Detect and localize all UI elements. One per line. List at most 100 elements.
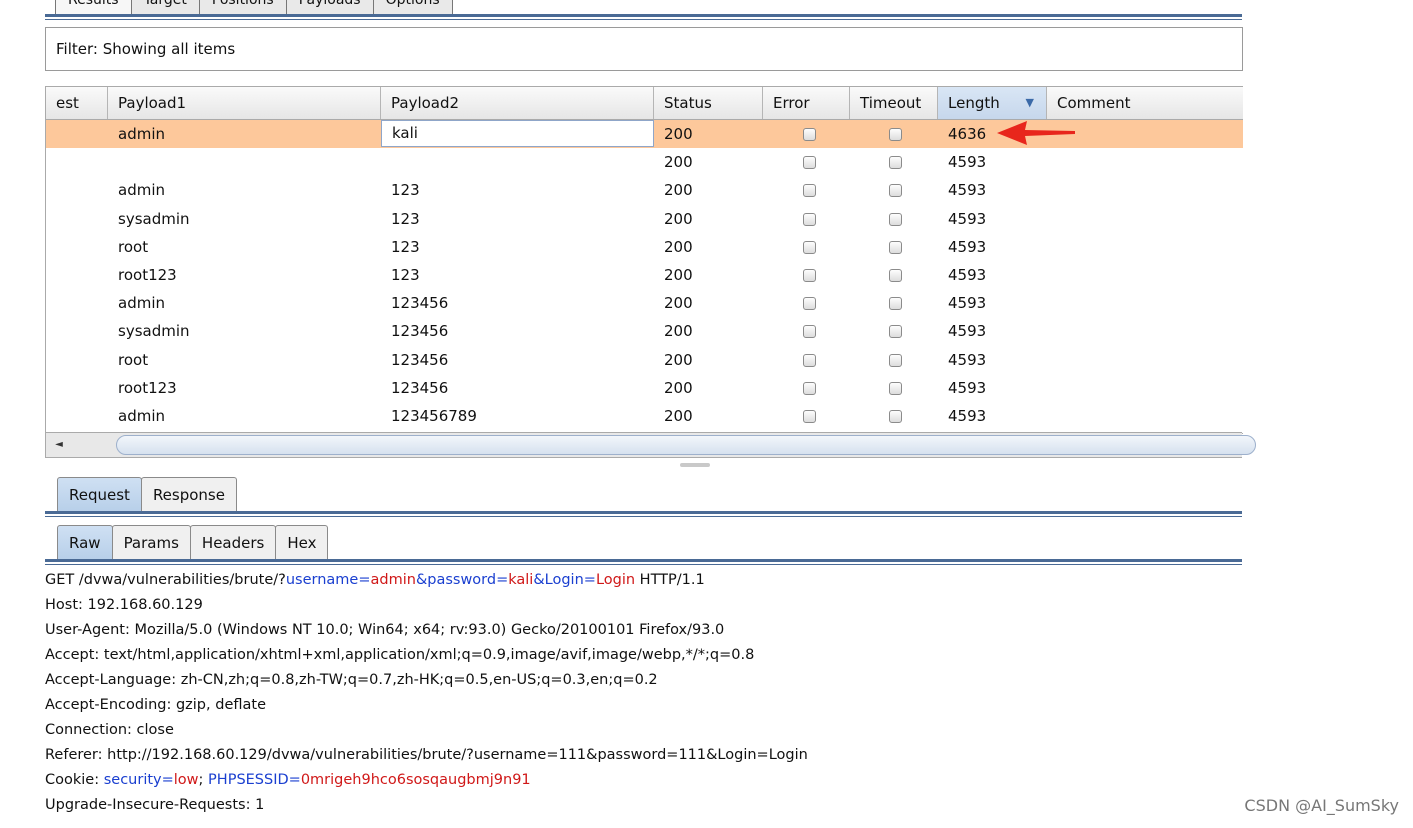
watermark: CSDN @AI_SumSky (1244, 796, 1399, 815)
error-checkbox[interactable] (803, 128, 816, 141)
table-row[interactable]: root123 123456 200 4593 (46, 374, 1243, 402)
cell-request (46, 402, 108, 430)
cell-request (46, 317, 108, 345)
top-tab-strip: Results Target Positions Payloads Option… (55, 0, 453, 15)
cell-payload1: root (118, 350, 149, 369)
split-pane-divider[interactable] (680, 463, 710, 467)
cookie-eq: = (288, 772, 301, 788)
col-header-payload2[interactable]: Payload2 (381, 87, 654, 119)
col-header-comment[interactable]: Comment (1047, 87, 1243, 119)
error-checkbox[interactable] (803, 381, 816, 395)
scrollbar-thumb[interactable] (116, 435, 1256, 455)
tab-results[interactable]: Results (55, 0, 132, 15)
cell-payload2: 123456 (391, 294, 449, 313)
table-row[interactable]: admin 123456789 200 4593 (46, 402, 1243, 430)
cell-status: 200 (664, 407, 693, 425)
timeout-checkbox[interactable] (889, 381, 902, 395)
header-accept: Accept: text/html,application/xhtml+xml,… (45, 647, 755, 663)
timeout-checkbox[interactable] (889, 353, 902, 367)
cell-request (46, 233, 108, 261)
raw-request-editor[interactable]: GET /dvwa/vulnerabilities/brute/?usernam… (45, 568, 808, 818)
tab-options[interactable]: Options (372, 0, 453, 15)
table-row[interactable]: sysadmin 123 200 4593 (46, 205, 1243, 233)
cell-payload2: 123 (391, 266, 420, 284)
cell-status: 200 (664, 153, 693, 172)
timeout-checkbox[interactable] (889, 184, 902, 198)
message-tab-divider (45, 511, 1242, 514)
timeout-checkbox[interactable] (889, 212, 902, 226)
cell-length: 4593 (948, 266, 987, 284)
error-checkbox[interactable] (803, 353, 816, 367)
cell-payload1: root123 (118, 378, 177, 397)
param-name: Login (544, 572, 584, 588)
error-checkbox[interactable] (803, 297, 816, 311)
timeout-checkbox[interactable] (889, 410, 902, 423)
tab-hex[interactable]: Hex (275, 525, 329, 560)
cell-length: 4593 (948, 322, 987, 341)
tab-response[interactable]: Response (140, 477, 237, 512)
header-cookie: Cookie: security=low; PHPSESSID=0mrigeh9… (45, 768, 808, 793)
view-tab-divider-thin (45, 564, 1242, 565)
table-row[interactable]: root 123456 200 4593 (46, 346, 1243, 374)
error-checkbox[interactable] (803, 156, 816, 170)
cell-length: 4593 (948, 378, 987, 397)
cell-comment (1047, 233, 1243, 261)
tab-request[interactable]: Request (57, 477, 142, 512)
cell-request (46, 374, 108, 402)
view-tab-divider (45, 559, 1242, 562)
timeout-checkbox[interactable] (889, 128, 902, 141)
cell-payload1: admin (118, 407, 165, 425)
error-checkbox[interactable] (803, 184, 816, 198)
cell-comment (1047, 346, 1243, 374)
col-header-length[interactable]: Length ▼ (938, 87, 1047, 119)
sort-descending-icon: ▼ (1025, 96, 1034, 109)
timeout-checkbox[interactable] (889, 297, 902, 311)
tab-payloads[interactable]: Payloads (285, 0, 374, 15)
cell-request (46, 346, 108, 374)
timeout-checkbox[interactable] (889, 156, 902, 170)
request-line-protocol: HTTP/1.1 (635, 572, 705, 588)
table-row[interactable]: sysadmin 123456 200 4593 (46, 317, 1243, 345)
timeout-checkbox[interactable] (889, 269, 902, 282)
cell-request (46, 205, 108, 233)
timeout-checkbox[interactable] (889, 325, 902, 339)
cell-comment (1047, 148, 1243, 176)
cell-payload2: 123 (391, 237, 420, 256)
tab-headers[interactable]: Headers (189, 525, 277, 560)
tab-params[interactable]: Params (111, 525, 191, 560)
param-sep: & (415, 572, 428, 588)
tab-divider (45, 14, 1242, 17)
error-checkbox[interactable] (803, 410, 816, 423)
tab-raw[interactable]: Raw (57, 525, 113, 560)
param-value: kali (508, 572, 534, 588)
col-header-error[interactable]: Error (763, 87, 850, 119)
cell-comment (1047, 205, 1243, 233)
error-checkbox[interactable] (803, 325, 816, 339)
col-header-length-label: Length (948, 94, 1000, 112)
error-checkbox[interactable] (803, 240, 816, 254)
tab-positions[interactable]: Positions (198, 0, 287, 15)
error-checkbox[interactable] (803, 212, 816, 226)
timeout-checkbox[interactable] (889, 240, 902, 254)
table-row[interactable]: root 123 200 4593 (46, 233, 1243, 261)
cell-status: 200 (664, 350, 693, 369)
col-header-timeout[interactable]: Timeout (850, 87, 938, 119)
col-header-status[interactable]: Status (654, 87, 763, 119)
horizontal-scrollbar[interactable]: ◄ (45, 432, 1256, 458)
error-checkbox[interactable] (803, 269, 816, 282)
cookie-value: 0mrigeh9hco6sosqaugbmj9n91 (300, 772, 531, 788)
cell-length: 4593 (948, 407, 987, 425)
filter-bar[interactable]: Filter: Showing all items (45, 27, 1243, 71)
table-row[interactable]: admin 123456 200 4593 (46, 289, 1243, 317)
annotation-arrow-icon (997, 121, 1075, 145)
col-header-payload1[interactable]: Payload1 (108, 87, 381, 119)
cell-status: 200 (664, 237, 693, 256)
col-header-request[interactable]: est (46, 87, 108, 119)
table-row[interactable]: 200 4593 (46, 148, 1243, 176)
tab-target[interactable]: Target (130, 0, 200, 15)
param-value: admin (370, 572, 416, 588)
cell-length: 4593 (948, 350, 987, 369)
table-row[interactable]: admin 123 200 4593 (46, 176, 1243, 204)
table-row[interactable]: root123 123 200 4593 (46, 261, 1243, 289)
scroll-left-arrow-icon[interactable]: ◄ (48, 436, 70, 454)
